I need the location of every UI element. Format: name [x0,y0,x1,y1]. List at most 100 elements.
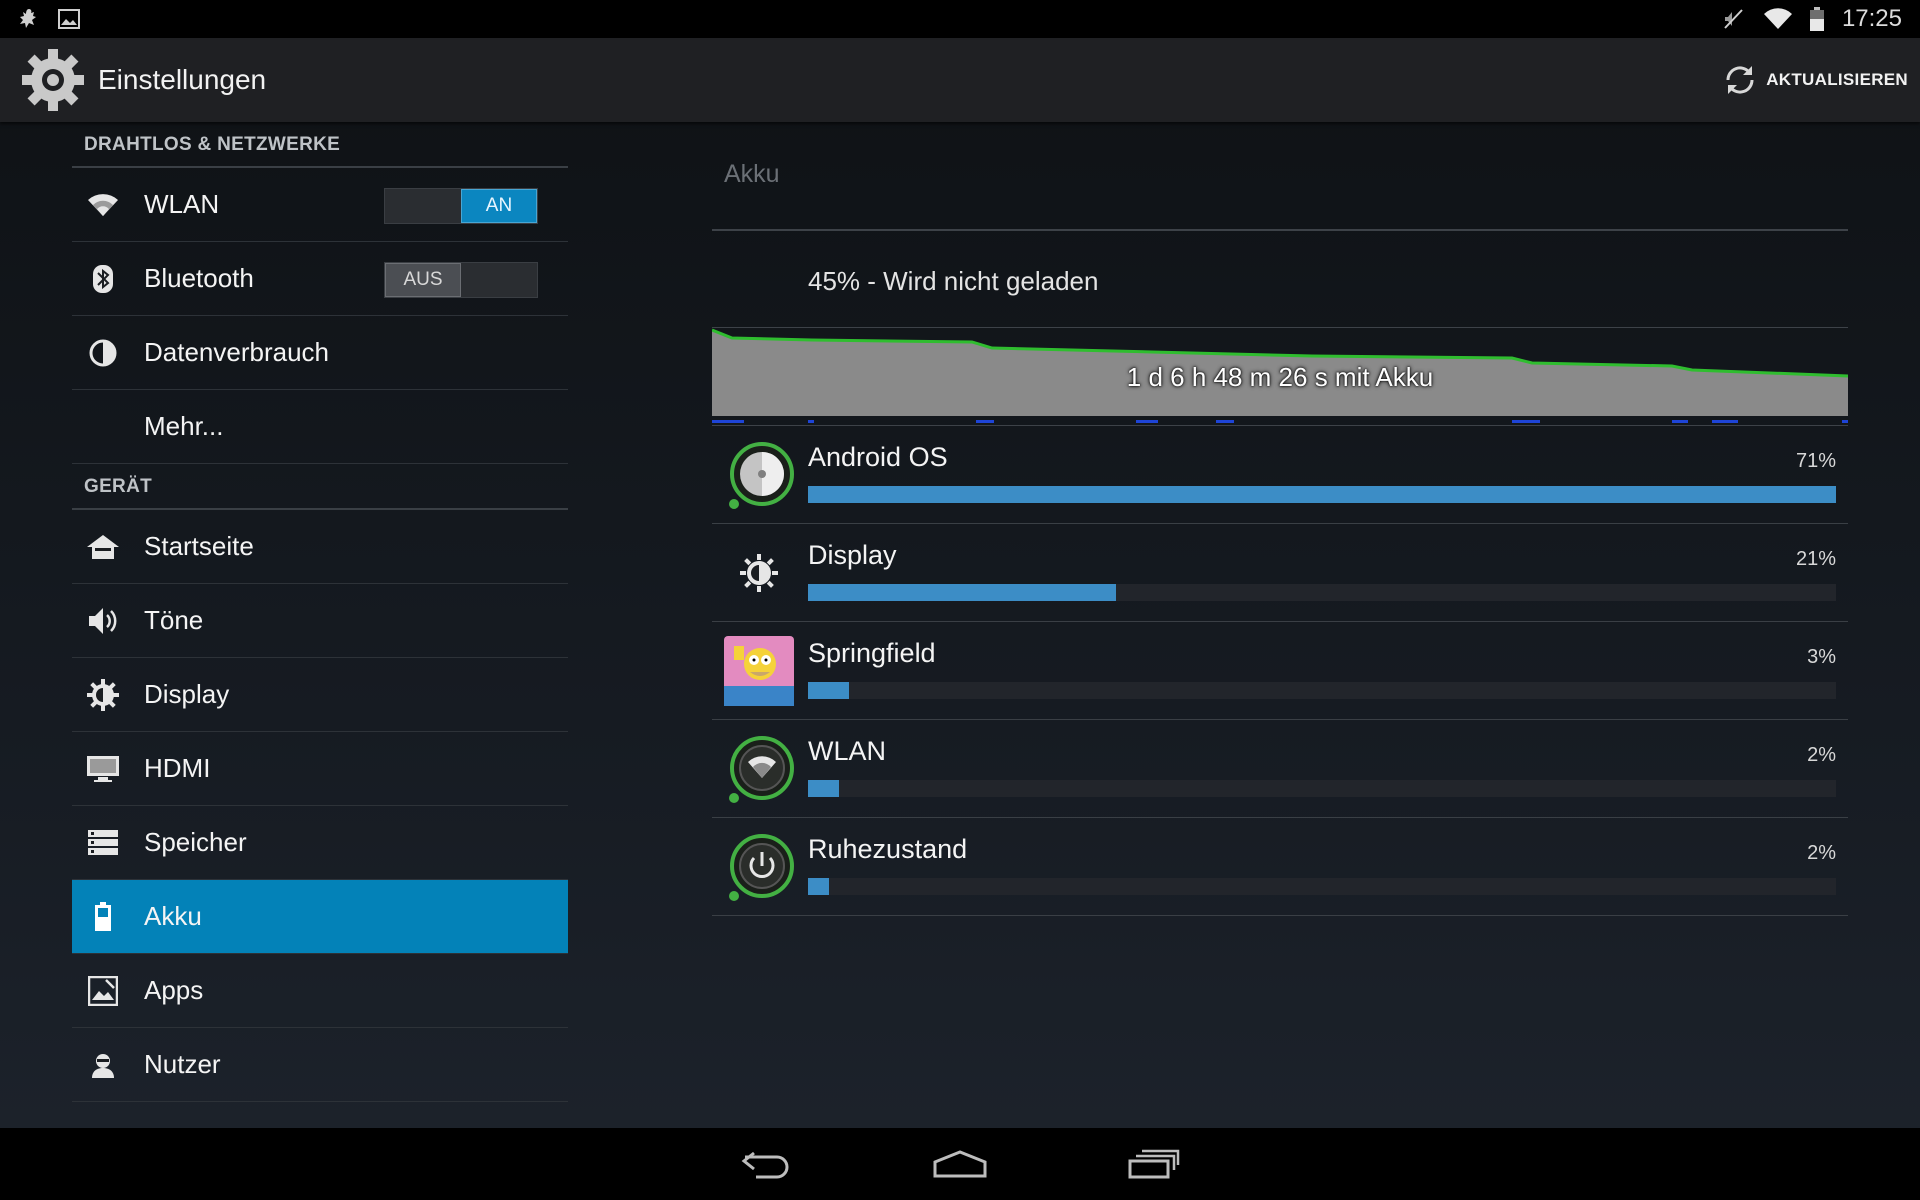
bluetooth-icon [84,260,122,298]
toggle-state-off: AUS [385,263,461,297]
sidebar-item-label: Apps [144,975,204,1005]
usage-row-ruhezustand[interactable]: Ruhezustand 2% [712,818,1848,916]
storage-icon [84,824,122,862]
usage-percent: 21% [1795,548,1836,570]
usage-name: Display [808,540,897,570]
battery-status: 45% - Wird nicht geladen [808,266,1099,296]
battery-icon [84,898,122,936]
refresh-icon [1726,66,1754,94]
usage-percent: 71% [1795,450,1836,472]
settings-gear-icon [22,49,84,111]
sidebar-item-label: Bluetooth [144,263,254,293]
recent-apps-button[interactable] [1116,1139,1192,1189]
sidebar-item-label: Speicher [144,827,247,857]
action-bar: Einstellungen AKTUALISIEREN [0,38,1920,122]
usage-bar-fill [808,584,1117,601]
clock: 17:25 [1841,5,1902,32]
page-title: Akku [724,160,780,188]
status-bar: 17:25 [0,0,1920,38]
sidebar-item-label: Nutzer [144,1049,221,1079]
usage-bar-fill [808,780,839,797]
sidebar-item-label: HDMI [144,753,211,783]
monitor-icon [84,750,122,788]
brightness-icon [740,554,778,592]
back-button[interactable] [728,1139,804,1189]
sidebar-item-label: Akku [144,901,202,931]
sidebar-item-datenverbrauch[interactable]: Datenverbrauch [72,316,568,390]
section-header-wireless: DRAHTLOS & NETZWERKE [72,122,568,168]
toggle-off-side [385,189,461,223]
battery-pane: Akku 45% - Wird nicht geladen 1 d 6 h 48… [712,122,1848,1128]
gallery-notification-icon[interactable] [58,9,80,29]
wifi-icon [84,186,122,224]
status-bar-notifications [18,7,80,31]
android-os-icon [729,442,794,509]
sidebar-item-startseite[interactable]: Startseite [72,510,568,584]
wifi-usage-icon [729,736,794,803]
usage-row-wlan[interactable]: WLAN 2% [712,720,1848,818]
data-usage-icon [84,334,122,372]
sound-icon [84,602,122,640]
sidebar-item-speicher[interactable]: Speicher [72,806,568,880]
sidebar-item-label: Mehr... [144,411,224,441]
navigation-bar [0,1128,1920,1200]
usage-bar-track [808,878,1836,895]
standby-icon [729,834,794,901]
usage-name: WLAN [808,736,887,766]
sidebar-item-akku[interactable]: Akku [72,880,568,954]
muted-icon [1724,9,1743,29]
usage-row-display[interactable]: Display 21% [712,524,1848,622]
usage-row-android-os[interactable]: Android OS 71% [712,426,1848,524]
sidebar-item-label: WLAN [144,189,220,219]
sidebar-item-hdmi[interactable]: HDMI [72,732,568,806]
usage-bar-track [808,486,1836,503]
usage-bar-fill [808,486,1836,503]
refresh-button[interactable]: AKTUALISIEREN [1722,62,1908,98]
refresh-label: AKTUALISIEREN [1766,70,1908,89]
sidebar-item-toene[interactable]: Töne [72,584,568,658]
toggle-on-side [461,263,537,297]
usage-name: Ruhezustand [808,834,968,864]
sidebar-item-label: Display [144,679,230,709]
apps-icon [84,972,122,1010]
bluetooth-toggle[interactable]: AUS [384,262,538,298]
wlan-toggle[interactable]: AN [384,188,538,224]
sidebar-item-nutzer[interactable]: Nutzer [72,1028,568,1102]
usage-bar-fill [808,878,829,895]
home-button[interactable] [922,1139,998,1189]
toggle-state-on: AN [461,189,537,223]
usage-bar-track [808,780,1836,797]
wifi-signal-icon [1763,8,1792,30]
usage-name: Android OS [808,442,948,472]
recent-apps-icon [1128,1149,1180,1179]
usage-bar-fill [808,682,850,699]
usage-name: Springfield [808,638,936,668]
section-header-device: GERÄT [72,464,568,510]
usage-percent: 2% [1807,842,1836,864]
notification-app-icon[interactable] [18,7,40,31]
battery-icon [1809,7,1824,31]
usage-row-springfield[interactable]: Springfield 3% [712,622,1848,720]
title-divider [712,229,1848,231]
springfield-app-icon [724,636,794,706]
usage-percent: 3% [1807,646,1836,668]
usage-bar-track [808,584,1836,601]
sidebar-item-wlan[interactable]: WLAN AN [72,168,568,242]
graph-duration-label: 1 d 6 h 48 m 26 s mit Akku [1126,362,1434,392]
usage-percent: 2% [1807,744,1836,766]
sidebar-item-bluetooth[interactable]: Bluetooth AUS [72,242,568,316]
app-title-area[interactable]: Einstellungen [20,47,266,113]
status-bar-system: 17:25 [1722,5,1902,33]
user-icon [84,1046,122,1084]
sidebar-item-display[interactable]: Display [72,658,568,732]
brightness-icon [84,676,122,714]
home-icon [84,528,122,566]
sidebar-item-apps[interactable]: Apps [72,954,568,1028]
settings-list[interactable]: DRAHTLOS & NETZWERKE WLAN AN Bluetooth A… [72,122,568,1128]
app-title: Einstellungen [98,64,267,95]
sidebar-item-label: Datenverbrauch [144,337,329,367]
usage-bar-track [808,682,1836,699]
sidebar-item-mehr[interactable]: Mehr... [72,390,568,464]
sidebar-item-label: Startseite [144,531,254,561]
home-icon [933,1150,987,1178]
